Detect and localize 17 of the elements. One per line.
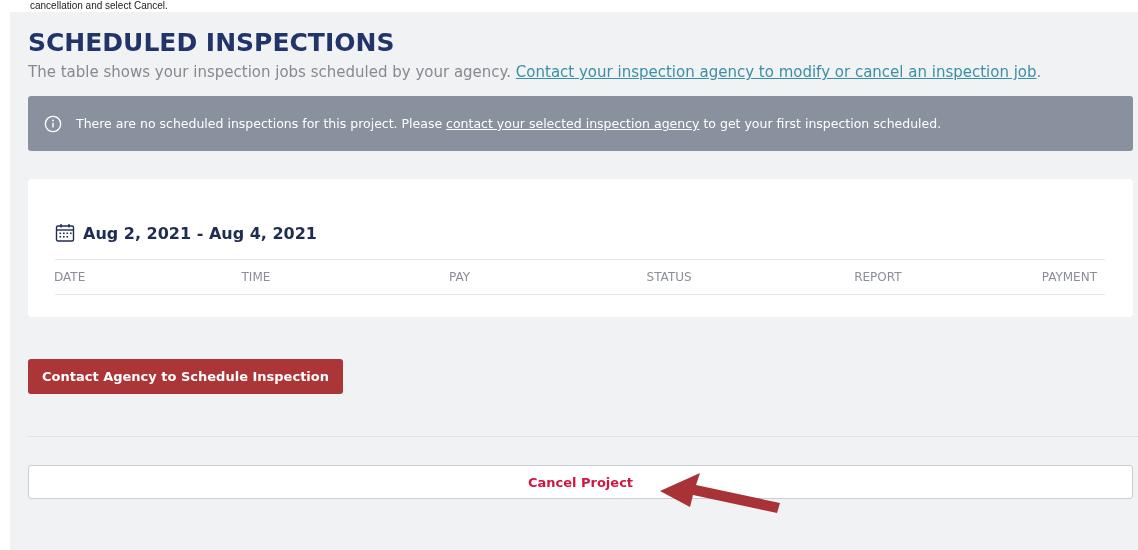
- section-description: The table shows your inspection jobs scheduled by your agency. Contact your inspection agency to modify or cancel an inspection job.: [28, 62, 1043, 82]
- contact-agency-link[interactable]: Contact your inspection agency to modify or cancel an inspection job: [515, 63, 1037, 81]
- column-header: DATE: [54, 270, 86, 284]
- caption-text: cancellation and select Cancel.: [29, 0, 169, 12]
- schedule-inspection-button[interactable]: Contact Agency to Schedule Inspection: [28, 359, 343, 394]
- column-header: PAY: [449, 270, 471, 284]
- date-range: Aug 2, 2021 - Aug 4, 2021: [83, 223, 317, 243]
- agency-link[interactable]: contact your selected inspection agency: [446, 116, 700, 131]
- alert-message: There are no scheduled inspections for this project. Please contact your selected inspection agency to get your first inspection scheduled.: [76, 116, 942, 131]
- cancel-project-button[interactable]: Cancel Project: [28, 465, 1133, 499]
- info-icon: [44, 114, 62, 133]
- section-title: SCHEDULED INSPECTIONS: [28, 28, 396, 58]
- column-header: REPORT: [854, 270, 902, 284]
- calendar-icon: [55, 223, 75, 243]
- column-header: STATUS: [646, 270, 692, 284]
- column-header: PAYMENT: [1041, 270, 1097, 284]
- column-header: TIME: [241, 270, 271, 284]
